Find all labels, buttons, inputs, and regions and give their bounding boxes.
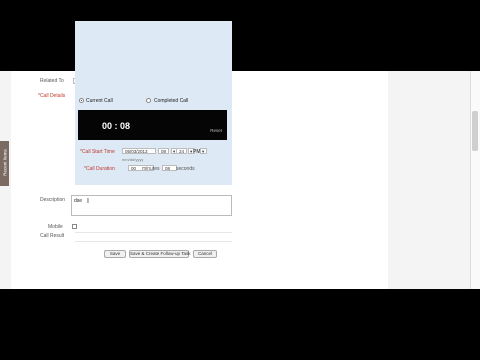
call-duration-label: *Call Duration	[84, 166, 115, 172]
cancel-button[interactable]: Cancel	[193, 250, 217, 258]
call-start-time-label: *Call Start Time	[80, 149, 115, 155]
current-call-label: Current Call	[86, 98, 113, 104]
mobile-label: Mobile	[48, 224, 63, 230]
recent-items-tab-label: Recent Items	[2, 149, 8, 176]
related-to-label: Related To	[40, 78, 64, 84]
divider	[75, 232, 232, 233]
scrollbar-track[interactable]	[470, 71, 480, 289]
mobile-checkbox[interactable]	[72, 224, 77, 229]
date-format-hint: mm/dd/yyyy	[122, 157, 144, 162]
duration-seconds-unit: seconds	[176, 166, 195, 172]
description-label: Description	[40, 197, 66, 203]
timer-display: 00 : 08	[102, 121, 131, 131]
call-details-label: *Call Details	[38, 93, 66, 99]
timer-reset-link[interactable]: Reset	[210, 128, 222, 133]
save-button[interactable]: Save	[104, 250, 126, 258]
description-textarea[interactable]: dse I	[71, 195, 232, 216]
save-create-follow-up-button[interactable]: Save & Create Follow-up Task	[129, 250, 190, 258]
scrollbar-thumb[interactable]	[472, 111, 478, 151]
duration-seconds-field[interactable]: 08	[162, 165, 177, 171]
divider	[75, 241, 232, 242]
recent-items-tab[interactable]: Recent Items	[0, 141, 9, 186]
completed-call-radio[interactable]	[146, 98, 151, 103]
call-start-hour-select[interactable]: 08	[158, 148, 169, 154]
call-result-label: Call Result	[40, 233, 65, 239]
duration-minutes-unit: minutes	[142, 166, 160, 172]
call-start-date-field[interactable]: 05/03/2013	[122, 148, 156, 154]
ampm-dropdown-arrow-icon[interactable]: ▾	[200, 148, 207, 154]
text-cursor-icon: I	[87, 198, 89, 205]
description-text: dse	[74, 198, 83, 204]
browser-content: Recent Items	[0, 71, 480, 289]
call-timer: 00 : 08 Reset	[78, 110, 227, 140]
call-start-minute-select[interactable]: 24	[176, 148, 187, 154]
completed-call-label: Completed Call	[154, 98, 189, 104]
current-call-radio[interactable]	[79, 98, 84, 103]
